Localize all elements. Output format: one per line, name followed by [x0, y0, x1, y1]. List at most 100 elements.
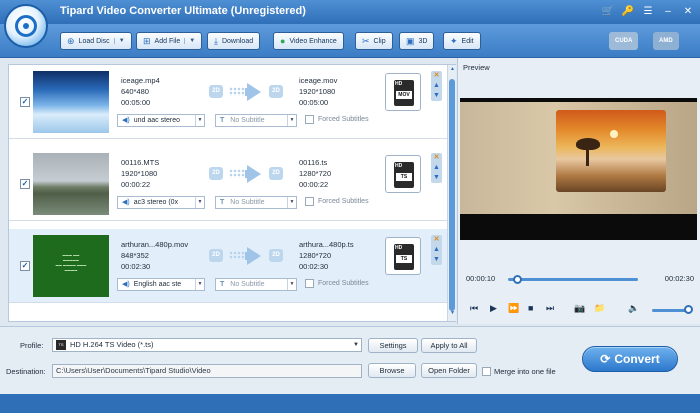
- add-file-button[interactable]: ⊞ Add File ▼: [136, 32, 203, 50]
- forced-subtitles[interactable]: Forced Subtitles: [305, 279, 369, 288]
- forced-subtitles[interactable]: Forced Subtitles: [305, 115, 369, 124]
- chevron-down-icon: ▼: [287, 115, 296, 126]
- forced-checkbox[interactable]: [305, 115, 314, 124]
- sunset-painting: [556, 110, 666, 192]
- row-checkbox[interactable]: ✓: [20, 97, 30, 107]
- source-resolution: 1920*1080: [121, 169, 158, 178]
- chevron-down-icon[interactable]: ▼: [113, 38, 125, 44]
- toolbar: ⊕ Load Disc ▼ ⊞ Add File ▼ ⤓ Download ● …: [0, 24, 700, 58]
- seek-handle[interactable]: [513, 275, 523, 284]
- 3d-icon: ▣: [406, 35, 415, 46]
- load-disc-button[interactable]: ⊕ Load Disc ▼: [60, 32, 132, 50]
- download-label: Download: [221, 37, 254, 45]
- close-button[interactable]: ✕: [680, 3, 696, 19]
- scroll-down-icon[interactable]: ▼: [448, 310, 457, 320]
- file-row[interactable]: ✓ iceage.mp4 640*480 00:05:00 2D 2D icea…: [9, 65, 447, 139]
- browse-button[interactable]: Browse: [368, 363, 416, 378]
- fast-forward-icon[interactable]: ⏩: [508, 303, 519, 314]
- edit-label: Edit: [461, 37, 474, 45]
- scissors-icon: ✂: [362, 35, 370, 46]
- preview-label: Preview: [463, 63, 490, 72]
- volume-handle[interactable]: [684, 305, 693, 314]
- target-2d-badge: 2D: [269, 167, 283, 180]
- audio-track-select[interactable]: ◀) ac3 stereo (0x ▼: [117, 196, 205, 209]
- row-checkbox[interactable]: ✓: [20, 261, 30, 271]
- subtitle-icon: T: [220, 117, 225, 124]
- chevron-down-icon[interactable]: ▼: [184, 38, 195, 44]
- destination-field[interactable]: C:\Users\User\Documents\Tipard Studio\Vi…: [52, 364, 362, 378]
- subtitle-icon: T: [220, 281, 225, 288]
- volume-icon[interactable]: 🔈: [628, 303, 639, 314]
- download-button[interactable]: ⤓ Download: [207, 32, 261, 50]
- convert-button[interactable]: ⟳ Convert: [582, 346, 678, 372]
- file-row[interactable]: ✓ 00116.MTS 1920*1080 00:00:22 2D 2D 001…: [9, 147, 447, 221]
- amd-badge[interactable]: AMD: [653, 32, 679, 50]
- remove-icon[interactable]: ✕: [431, 71, 442, 81]
- audio-track-select[interactable]: ◀) English aac ste ▼: [117, 278, 205, 291]
- video-enhance-button[interactable]: ● Video Enhance: [273, 32, 344, 50]
- file-list: ✓ iceage.mp4 640*480 00:05:00 2D 2D icea…: [8, 64, 456, 322]
- menu-icon[interactable]: ☰: [640, 3, 656, 19]
- profile-label: Profile:: [20, 341, 44, 350]
- subtitle-select[interactable]: T No Subtitle ▼: [215, 278, 297, 291]
- move-up-icon[interactable]: ▲: [431, 163, 442, 173]
- merge-checkbox[interactable]: [482, 367, 491, 376]
- key-icon[interactable]: 🔑: [620, 3, 636, 19]
- file-row-selected[interactable]: ✓ ▬▬▬ ▬▬ ▬▬▬▬▬ ▬▬ ▬▬▬▬ ▬▬▬ ▬▬▬▬ arthuran...…: [9, 229, 447, 303]
- remove-icon[interactable]: ✕: [431, 235, 442, 245]
- merge-option[interactable]: Merge into one file: [482, 367, 556, 376]
- subtitle-select[interactable]: T No Subtitle ▼: [215, 196, 297, 209]
- video-thumbnail[interactable]: [33, 153, 109, 215]
- format-button[interactable]: HD TS: [385, 155, 421, 193]
- forced-checkbox[interactable]: [305, 279, 314, 288]
- move-up-icon[interactable]: ▲: [431, 245, 442, 255]
- seek-bar[interactable]: [508, 278, 638, 281]
- move-down-icon[interactable]: ▼: [431, 173, 442, 183]
- video-thumbnail[interactable]: [33, 71, 109, 133]
- output-name: arthura...480p.ts: [299, 240, 354, 249]
- audio-track-select[interactable]: ◀) und aac stereo ▼: [117, 114, 205, 127]
- format-button[interactable]: HD TS: [385, 237, 421, 275]
- settings-button[interactable]: Settings: [368, 338, 418, 353]
- apply-to-all-button[interactable]: Apply to All: [421, 338, 477, 353]
- chevron-down-icon: ▼: [195, 279, 204, 290]
- cart-icon[interactable]: 🛒: [600, 3, 616, 19]
- next-icon[interactable]: ⏭: [546, 303, 554, 314]
- clip-button[interactable]: ✂ Clip: [355, 32, 393, 50]
- list-scrollbar[interactable]: ▲ ▼: [447, 65, 456, 321]
- move-down-icon[interactable]: ▼: [431, 91, 442, 101]
- profile-select[interactable]: TS HD H.264 TS Video (*.ts) ▼: [52, 338, 362, 352]
- remove-icon[interactable]: ✕: [431, 153, 442, 163]
- format-button[interactable]: HD MOV: [385, 73, 421, 111]
- edit-button[interactable]: ✦ Edit: [443, 32, 481, 50]
- minimize-button[interactable]: –: [660, 3, 676, 19]
- move-up-icon[interactable]: ▲: [431, 81, 442, 91]
- chevron-down-icon: ▼: [195, 197, 204, 208]
- scroll-up-icon[interactable]: ▲: [448, 66, 457, 76]
- dots-icon: [229, 87, 245, 96]
- previous-icon[interactable]: ⏮: [470, 303, 478, 314]
- scrollbar-thumb[interactable]: [449, 79, 455, 311]
- open-folder-button[interactable]: Open Folder: [421, 363, 477, 378]
- row-tools: ✕ ▲ ▼: [431, 71, 442, 101]
- video-thumbnail[interactable]: ▬▬▬ ▬▬ ▬▬▬▬▬ ▬▬ ▬▬▬▬ ▬▬▬ ▬▬▬▬: [33, 235, 109, 297]
- source-info: 00116.MTS 1920*1080 00:00:22: [121, 157, 159, 190]
- preview-video[interactable]: [460, 98, 697, 240]
- cuda-badge[interactable]: CUDA: [609, 32, 639, 50]
- clip-label: Clip: [373, 37, 386, 45]
- row-checkbox[interactable]: ✓: [20, 179, 30, 189]
- subtitle-select[interactable]: T No Subtitle ▼: [215, 114, 297, 127]
- stop-icon[interactable]: ■: [528, 303, 533, 313]
- source-name: arthuran...480p.mov: [121, 240, 189, 249]
- row-tools: ✕ ▲ ▼: [431, 153, 442, 183]
- move-down-icon[interactable]: ▼: [431, 255, 442, 265]
- output-info: 00116.ts 1280*720 00:00:22: [299, 157, 331, 190]
- play-icon[interactable]: ▶: [490, 303, 497, 314]
- snapshot-icon[interactable]: 📷: [574, 303, 585, 314]
- forced-checkbox[interactable]: [305, 197, 314, 206]
- 3d-button[interactable]: ▣ 3D: [399, 32, 435, 50]
- folder-icon[interactable]: 📁: [594, 303, 605, 314]
- format-label: TS: [396, 173, 412, 181]
- forced-subtitles[interactable]: Forced Subtitles: [305, 197, 369, 206]
- window-controls: 🛒 🔑 ☰ – ✕: [600, 3, 696, 19]
